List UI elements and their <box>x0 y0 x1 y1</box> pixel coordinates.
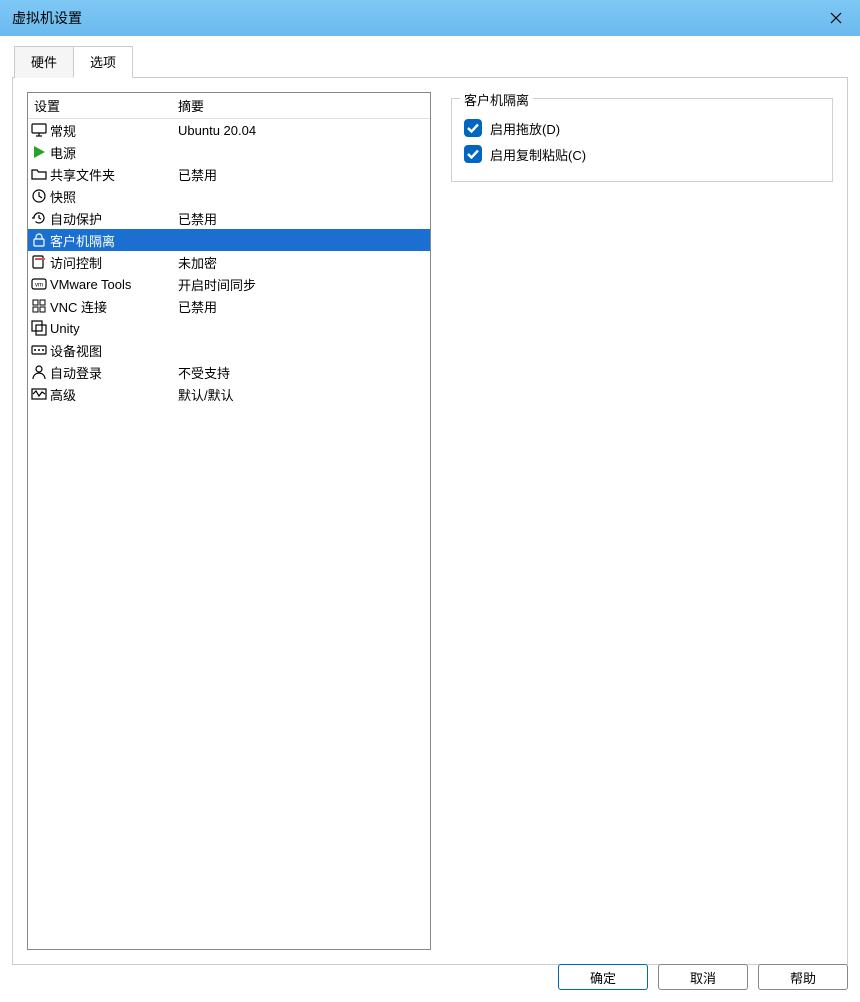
list-item-summary: 已禁用 <box>178 165 430 184</box>
list-item-summary: 不受支持 <box>178 363 430 382</box>
checkbox-copypaste[interactable] <box>464 145 482 163</box>
check-icon <box>467 123 479 133</box>
list-item-name: 高级 <box>50 385 178 404</box>
list-item-summary: 开启时间同步 <box>178 275 430 294</box>
checkbox-row-copypaste[interactable]: 启用复制粘贴(C) <box>464 141 820 167</box>
list-item-name: VMware Tools <box>50 277 178 292</box>
play-icon <box>28 144 50 160</box>
help-button[interactable]: 帮助 <box>758 964 848 990</box>
tabs: 硬件 选项 <box>14 46 848 78</box>
settings-list-panel: 设置 摘要 常规Ubuntu 20.04电源共享文件夹已禁用快照自动保护已禁用客… <box>27 92 431 950</box>
list-item-name: 访问控制 <box>50 253 178 272</box>
list-item[interactable]: 自动登录不受支持 <box>28 361 430 383</box>
list-item[interactable]: 共享文件夹已禁用 <box>28 163 430 185</box>
clock-icon <box>28 188 50 204</box>
dialog-body: 硬件 选项 设置 摘要 常规Ubuntu 20.04电源共享文件夹已禁用快照自动… <box>0 36 860 956</box>
dev-icon <box>28 342 50 358</box>
titlebar: 虚拟机设置 <box>0 0 860 36</box>
tab-options[interactable]: 选项 <box>73 46 133 78</box>
list-item[interactable]: 电源 <box>28 141 430 163</box>
list-item-name: 自动保护 <box>50 209 178 228</box>
list-item-name: 客户机隔离 <box>50 231 178 250</box>
list-item-summary: 默认/默认 <box>178 385 430 404</box>
list-header: 设置 摘要 <box>28 93 430 119</box>
cancel-button[interactable]: 取消 <box>658 964 748 990</box>
checkbox-copypaste-label: 启用复制粘贴(C) <box>490 145 586 164</box>
folder-icon <box>28 166 50 182</box>
list-item-name: 共享文件夹 <box>50 165 178 184</box>
list-item[interactable]: 设备视图 <box>28 339 430 361</box>
close-button[interactable] <box>812 0 860 36</box>
list-item-summary: Ubuntu 20.04 <box>178 123 430 138</box>
windows-icon <box>28 320 50 336</box>
checkbox-dragdrop-label: 启用拖放(D) <box>490 119 560 138</box>
footer: 确定 取消 帮助 <box>0 956 860 1000</box>
list-item[interactable]: 高级默认/默认 <box>28 383 430 405</box>
list-item[interactable]: VMware Tools开启时间同步 <box>28 273 430 295</box>
window-title: 虚拟机设置 <box>12 8 82 28</box>
list-item-name: 电源 <box>50 143 178 162</box>
group-title: 客户机隔离 <box>460 90 533 109</box>
list-item[interactable]: 快照 <box>28 185 430 207</box>
monitor-icon <box>28 122 50 138</box>
tab-hardware[interactable]: 硬件 <box>14 46 74 78</box>
close-icon <box>830 12 842 24</box>
list-item-summary: 已禁用 <box>178 297 430 316</box>
user-icon <box>28 364 50 380</box>
detail-panel: 客户机隔离 启用拖放(D) 启用复制粘贴(C) <box>451 92 833 950</box>
list-item-name: 自动登录 <box>50 363 178 382</box>
list-item-name: 设备视图 <box>50 341 178 360</box>
wave-icon <box>28 386 50 402</box>
list-item[interactable]: 访问控制未加密 <box>28 251 430 273</box>
list-item[interactable]: 自动保护已禁用 <box>28 207 430 229</box>
list-item-name: 常规 <box>50 121 178 140</box>
list-item[interactable]: Unity <box>28 317 430 339</box>
content: 设置 摘要 常规Ubuntu 20.04电源共享文件夹已禁用快照自动保护已禁用客… <box>12 77 848 965</box>
ok-button[interactable]: 确定 <box>558 964 648 990</box>
settings-list: 常规Ubuntu 20.04电源共享文件夹已禁用快照自动保护已禁用客户机隔离访问… <box>28 119 430 405</box>
vmw-icon <box>28 276 50 292</box>
list-item[interactable]: VNC 连接已禁用 <box>28 295 430 317</box>
history-icon <box>28 210 50 226</box>
check-icon <box>467 149 479 159</box>
list-item-summary: 已禁用 <box>178 209 430 228</box>
shield-icon <box>28 254 50 270</box>
list-item-name: Unity <box>50 321 178 336</box>
checkbox-row-dragdrop[interactable]: 启用拖放(D) <box>464 115 820 141</box>
lock-icon <box>28 232 50 248</box>
list-item[interactable]: 客户机隔离 <box>28 229 430 251</box>
list-item-name: VNC 连接 <box>50 297 178 316</box>
header-setting[interactable]: 设置 <box>28 96 178 115</box>
list-item[interactable]: 常规Ubuntu 20.04 <box>28 119 430 141</box>
list-item-summary: 未加密 <box>178 253 430 272</box>
guest-isolation-group: 客户机隔离 启用拖放(D) 启用复制粘贴(C) <box>451 98 833 182</box>
grid-icon <box>28 298 50 314</box>
list-item-name: 快照 <box>50 187 178 206</box>
checkbox-dragdrop[interactable] <box>464 119 482 137</box>
header-summary[interactable]: 摘要 <box>178 96 430 115</box>
